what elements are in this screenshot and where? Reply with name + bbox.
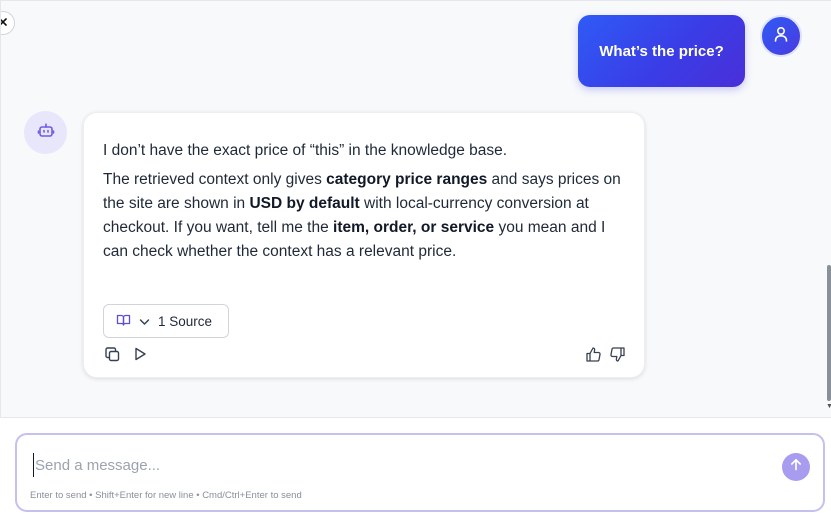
bot-message-paragraph: I don’t have the exact price of “this” i… xyxy=(103,142,508,159)
close-icon xyxy=(1,14,8,32)
message-input[interactable] xyxy=(33,453,733,477)
sources-button[interactable]: 1 Source xyxy=(103,304,229,338)
close-button[interactable] xyxy=(1,11,15,35)
bot-message-bubble: I don’t have the exact price of “this” i… xyxy=(83,112,645,378)
play-icon[interactable] xyxy=(131,345,149,363)
user-message-bubble: What’s the price? xyxy=(578,15,745,87)
bot-icon xyxy=(37,121,55,144)
chevron-down-icon xyxy=(139,314,150,329)
message-composer: Enter to send • Shift+Enter for new line… xyxy=(15,433,825,512)
user-message-text: What’s the price? xyxy=(599,42,724,60)
scroll-down-arrow[interactable]: ▼ xyxy=(826,403,831,411)
thumbs-down-icon[interactable] xyxy=(608,345,626,363)
bot-message-bold: USD by default xyxy=(249,195,360,212)
bot-avatar xyxy=(24,111,67,154)
arrow-up-icon xyxy=(790,458,802,476)
scrollbar-thumb[interactable] xyxy=(827,265,831,401)
bot-message-bold: item, order, or service xyxy=(333,219,495,236)
user-avatar xyxy=(760,15,802,57)
book-icon xyxy=(116,313,131,330)
bot-message-bold: category price ranges xyxy=(326,171,488,188)
chat-scrollbar[interactable]: ▼ xyxy=(826,1,831,417)
bot-message-text: The retrieved context only gives xyxy=(103,171,327,188)
bot-message-paragraph: The retrieved context only gives categor… xyxy=(103,168,623,264)
send-button[interactable] xyxy=(782,453,810,481)
copy-icon[interactable] xyxy=(103,345,121,363)
sources-label: 1 Source xyxy=(158,313,213,329)
user-icon xyxy=(772,25,790,48)
composer-hint: Enter to send • Shift+Enter for new line… xyxy=(30,490,302,501)
chat-area: What’s the price? I don’t have the exact… xyxy=(0,0,831,418)
thumbs-up-icon[interactable] xyxy=(584,345,602,363)
